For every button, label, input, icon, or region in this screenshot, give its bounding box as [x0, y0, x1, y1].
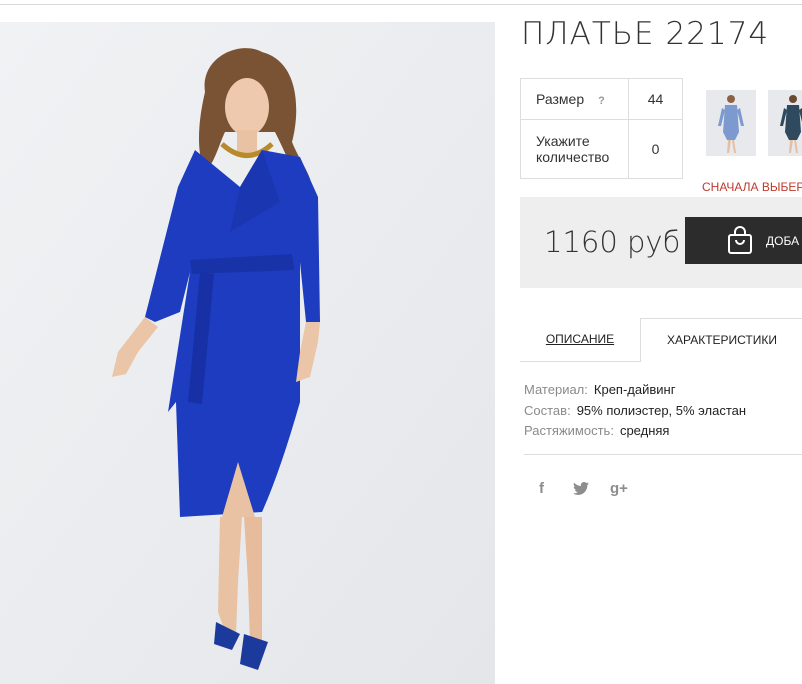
spec-row: Материал: Креп-дайвинг: [524, 380, 746, 401]
spec-row: Состав: 95% полиэстер, 5% эластан: [524, 401, 746, 422]
social-divider: [524, 454, 802, 455]
spec-key: Состав:: [524, 402, 571, 418]
select-size-warning: СНАЧАЛА ВЫБЕР: [702, 180, 802, 194]
spec-row: Растяжимость: средняя: [524, 421, 746, 442]
add-to-cart-label: ДОБА: [766, 234, 800, 248]
add-to-cart-button[interactable]: ДОБА: [685, 217, 802, 264]
product-options-table: Размер? 44 Укажите количество 0: [520, 78, 683, 179]
product-tabs: ОПИСАНИЕ ХАРАКТЕРИСТИКИ: [520, 318, 802, 362]
spec-value: Креп-дайвинг: [593, 382, 676, 397]
quantity-input[interactable]: 0: [628, 119, 683, 179]
googleplus-icon[interactable]: g+: [610, 480, 628, 497]
spec-key: Материал:: [524, 382, 588, 397]
product-price: 1160 руб: [544, 225, 681, 259]
size-help-icon[interactable]: ?: [598, 95, 605, 107]
size-label-cell: Размер?: [520, 78, 629, 120]
spec-value: средняя: [619, 423, 670, 438]
product-photo[interactable]: [0, 22, 495, 684]
size-selector[interactable]: 44: [628, 78, 683, 120]
product-title: ПЛАТЬЕ 22174: [521, 16, 770, 52]
specs-list: Материал: Креп-дайвинг Состав: 95% полиэст…: [524, 380, 746, 442]
spec-value: 95% полиэстер, 5% эластан: [576, 402, 747, 418]
tab-description[interactable]: ОПИСАНИЕ: [520, 318, 640, 362]
thumbnail-light-blue[interactable]: [706, 90, 756, 156]
thumbnail-dark[interactable]: [768, 90, 802, 156]
top-divider: [0, 4, 802, 5]
tab-description-label: ОПИСАНИЕ: [545, 332, 615, 346]
tab-characteristics[interactable]: ХАРАКТЕРИСТИКИ: [640, 318, 802, 362]
size-label: Размер: [536, 91, 585, 107]
facebook-icon[interactable]: f: [539, 480, 544, 497]
spec-key: Растяжимость:: [524, 423, 614, 438]
twitter-icon[interactable]: [573, 482, 589, 499]
shopping-bag-icon: [727, 226, 753, 257]
quantity-label: Укажите количество: [520, 119, 629, 179]
price-panel: 1160 руб ДОБА: [520, 197, 802, 288]
